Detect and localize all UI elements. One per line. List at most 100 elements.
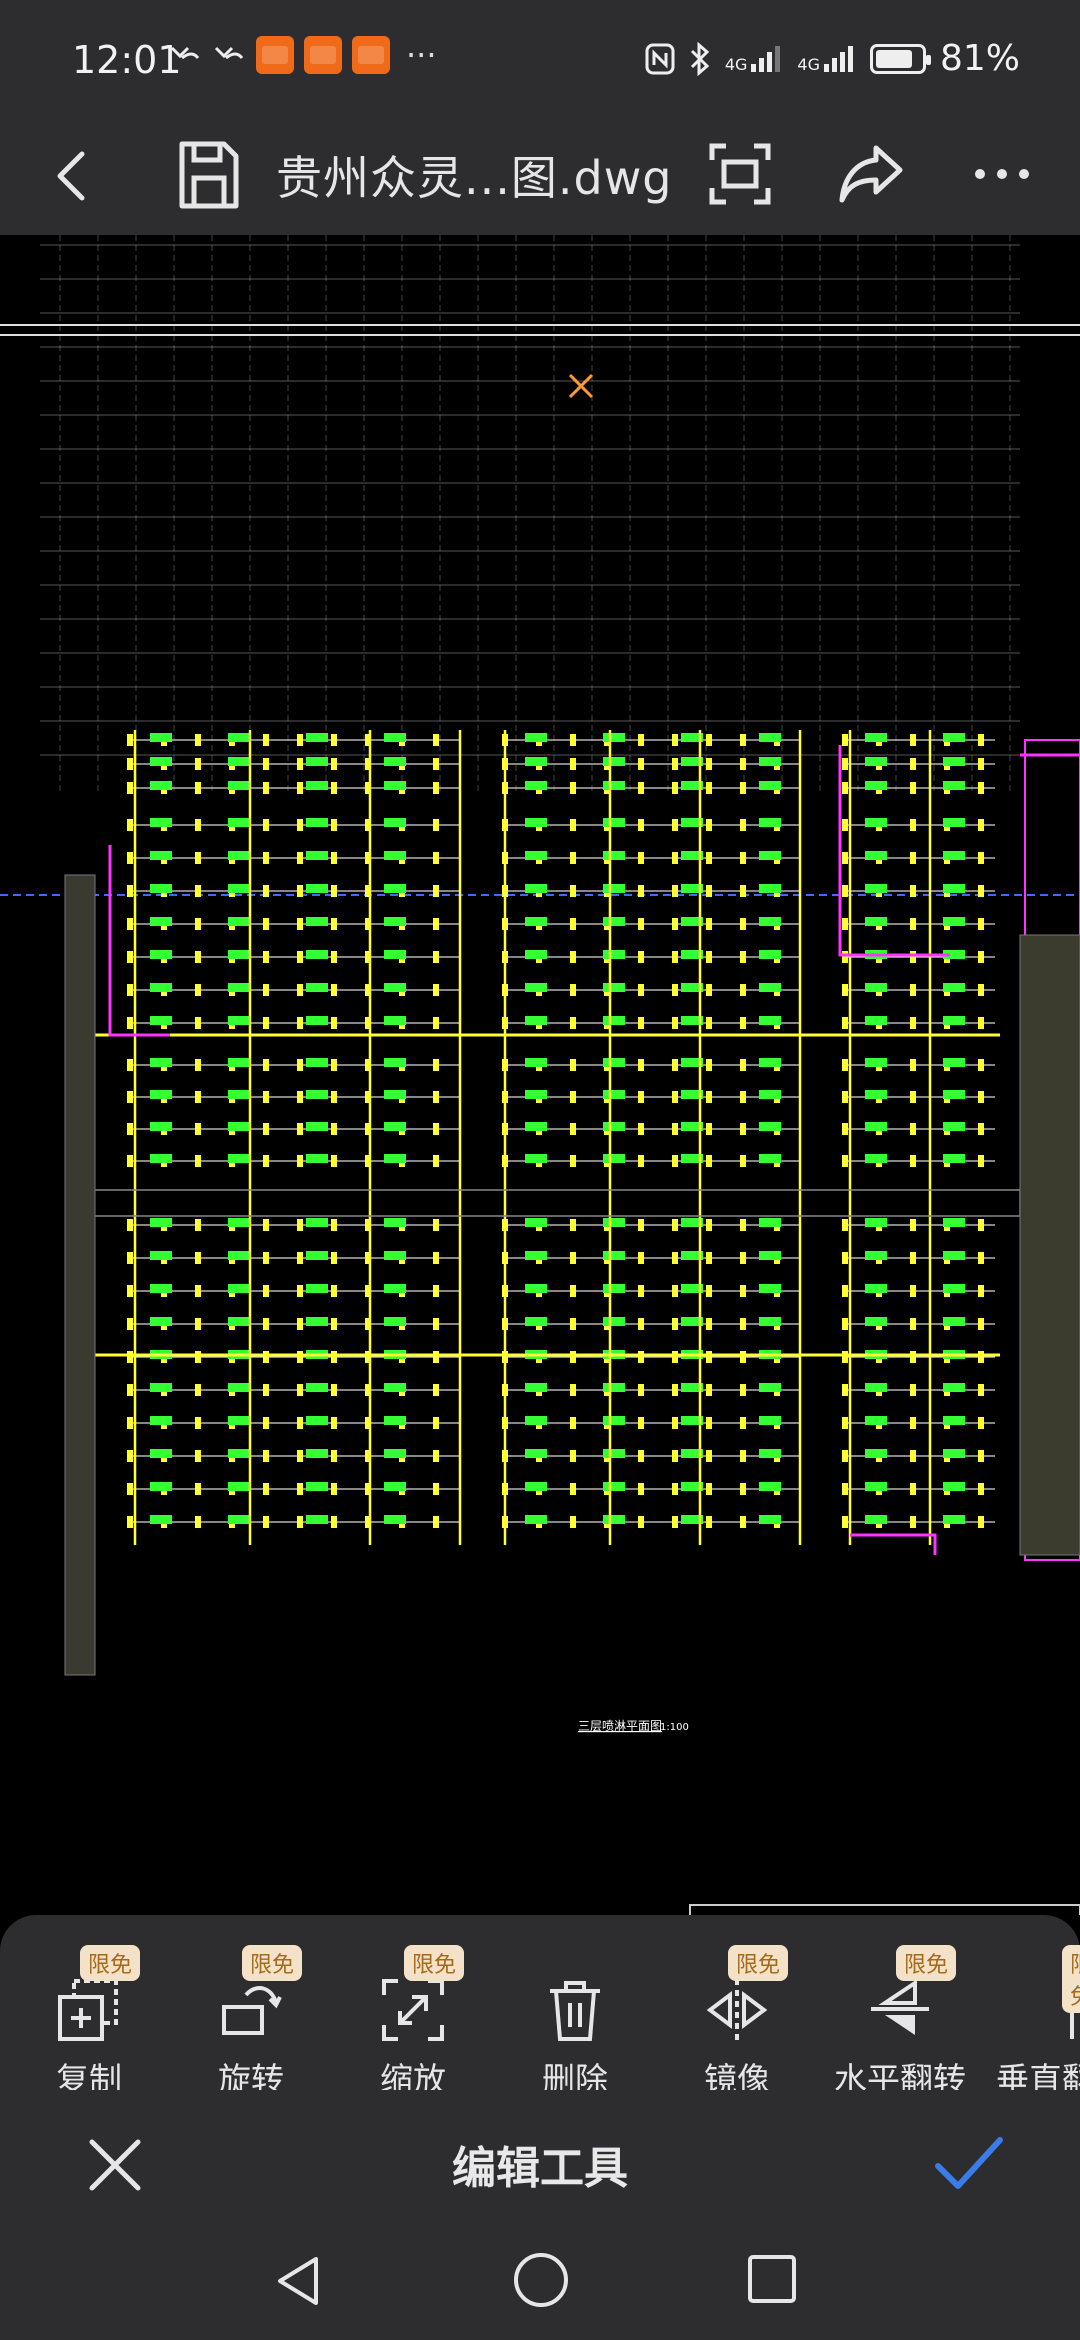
- cad-drawing[interactable]: 三层喷淋平面图1:100: [0, 235, 1080, 1915]
- pipe-size-label: [603, 1154, 625, 1163]
- title-bar: 贵州众灵...图.dwg: [0, 120, 1080, 235]
- sprinkler-head: [127, 1450, 133, 1462]
- sprinkler-head: [331, 1483, 337, 1495]
- sprinkler-head: [842, 1059, 848, 1071]
- pipe-size-label: [150, 917, 172, 926]
- sprinkler-head: [672, 1219, 678, 1231]
- flip-horizontal-icon: [871, 1979, 929, 2035]
- sprinkler-head: [297, 852, 303, 864]
- nav-home-icon[interactable]: [510, 2249, 572, 2311]
- sprinkler-head: [570, 1384, 576, 1396]
- free-badge: 限免: [895, 1945, 956, 1981]
- sprinkler-head: [842, 1252, 848, 1264]
- sprinkler-head: [706, 1318, 712, 1330]
- sprinkler-head: [433, 885, 439, 897]
- pipe-size-label: [306, 950, 328, 959]
- drawing-canvas[interactable]: 三层喷淋平面图 1:100: [0, 235, 1080, 1915]
- pipe-size-label: [865, 1284, 887, 1293]
- more-notifications-icon: ···: [406, 36, 437, 74]
- sprinkler-head: [433, 951, 439, 963]
- sprinkler-head: [910, 1123, 916, 1135]
- pipe-size-label: [306, 1016, 328, 1025]
- sprinkler-head: [331, 1091, 337, 1103]
- sprinkler-head: [672, 1285, 678, 1297]
- sprinkler-head: [570, 852, 576, 864]
- pipe-size-label: [865, 1383, 887, 1392]
- more-options-icon[interactable]: [970, 142, 1034, 206]
- pipe-size-label: [759, 757, 781, 766]
- sprinkler-head: [978, 1059, 984, 1071]
- sprinkler-head: [842, 1219, 848, 1231]
- pipe-size-label: [525, 884, 547, 893]
- sprinkler-head: [263, 758, 269, 770]
- sprinkler-head: [297, 984, 303, 996]
- free-badge: 限免: [79, 1945, 140, 1981]
- pipe-size-label: [943, 1515, 965, 1524]
- sprinkler-head: [910, 852, 916, 864]
- nav-back-icon[interactable]: [270, 2251, 330, 2311]
- pipe-size-label: [603, 1251, 625, 1260]
- pipe-size-label: [759, 1122, 781, 1131]
- pipe-size-label: [150, 884, 172, 893]
- pipe-size-label: [759, 1154, 781, 1163]
- pipe-size-label: [865, 1317, 887, 1326]
- sprinkler-head: [706, 734, 712, 746]
- sprinkler-head: [127, 918, 133, 930]
- sprinkler-head: [433, 1091, 439, 1103]
- sprinkler-head: [433, 1123, 439, 1135]
- fullscreen-icon[interactable]: [706, 140, 774, 208]
- sprinkler-head: [433, 1384, 439, 1396]
- sprinkler-head: [842, 1123, 848, 1135]
- wall-hatch: [1019, 934, 1080, 1556]
- pipe-size-label: [384, 1383, 406, 1392]
- pipe-size-label: [603, 733, 625, 742]
- pipe-size-label: [759, 1482, 781, 1491]
- pipe-size-label: [228, 1284, 250, 1293]
- pipe-size-label: [384, 1515, 406, 1524]
- sprinkler-head: [638, 1516, 644, 1528]
- sprinkler-head: [263, 1351, 269, 1363]
- sprinkler-head: [433, 734, 439, 746]
- sprinkler-head: [672, 1059, 678, 1071]
- pipe-size-label: [943, 851, 965, 860]
- sprinkler-head: [195, 885, 201, 897]
- confirm-icon[interactable]: [930, 2126, 1006, 2202]
- sprinkler-head: [842, 758, 848, 770]
- sprinkler-head: [842, 1091, 848, 1103]
- sprinkler-head: [570, 918, 576, 930]
- back-icon[interactable]: [38, 140, 110, 212]
- save-icon[interactable]: [176, 138, 242, 212]
- sprinkler-head: [740, 1252, 746, 1264]
- pipe-size-label: [228, 1482, 250, 1491]
- pipe-size-label: [603, 851, 625, 860]
- sprinkler-head: [297, 1155, 303, 1167]
- pipe-size-label: [150, 1016, 172, 1025]
- nav-recents-icon[interactable]: [744, 2251, 800, 2307]
- sprinkler-head: [638, 984, 644, 996]
- share-icon[interactable]: [836, 138, 906, 210]
- status-time: 12:01: [72, 38, 182, 82]
- sprinkler-head: [433, 782, 439, 794]
- sprinkler-head: [433, 1059, 439, 1071]
- sprinkler-head: [331, 852, 337, 864]
- sprinkler-head: [672, 885, 678, 897]
- pipe-size-label: [306, 1515, 328, 1524]
- sprinkler-head: [331, 1219, 337, 1231]
- pipe-size-label: [525, 1449, 547, 1458]
- sprinkler-head: [638, 1252, 644, 1264]
- sprinkler-head: [978, 1417, 984, 1429]
- sprinkler-head: [263, 852, 269, 864]
- sprinkler-head: [433, 1483, 439, 1495]
- sprinkler-head: [297, 918, 303, 930]
- signal-icon: [823, 45, 853, 72]
- sprinkler-head: [570, 1483, 576, 1495]
- pipe-size-label: [865, 917, 887, 926]
- sprinkler-head: [910, 1417, 916, 1429]
- sprinkler-head: [297, 1318, 303, 1330]
- sprinkler-head: [910, 984, 916, 996]
- sprinkler-head: [638, 852, 644, 864]
- sprinkler-head: [842, 1155, 848, 1167]
- pipe-size-label: [865, 1016, 887, 1025]
- pipe-size-label: [384, 1058, 406, 1067]
- sprinkler-head: [331, 1516, 337, 1528]
